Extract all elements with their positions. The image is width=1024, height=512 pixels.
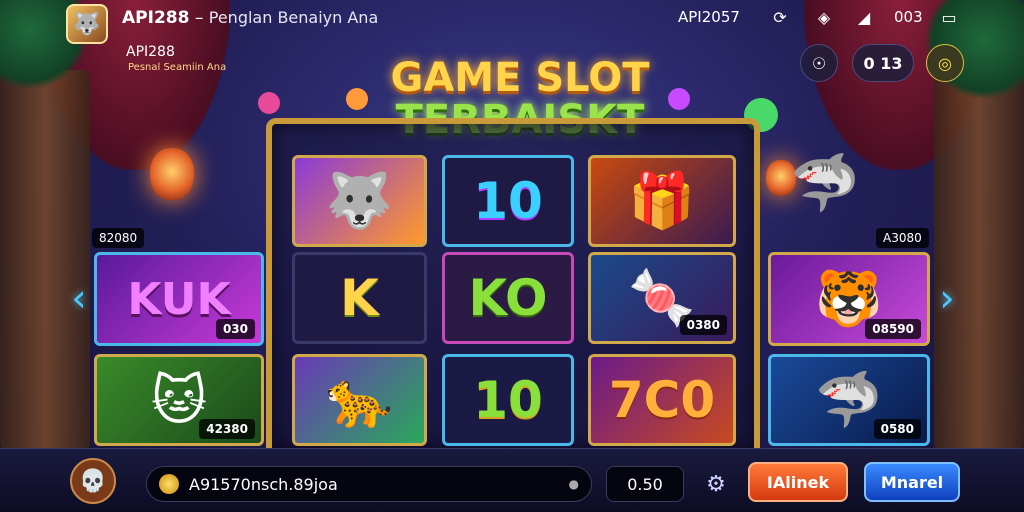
app-tagline: Pesnal Seamiin Ana (128, 62, 227, 73)
symbol-7c0-text: 7C0 (608, 371, 716, 429)
symbol-shark: 🦈 0580 (768, 354, 930, 446)
sync-icon: ⟳ (773, 7, 787, 27)
left-badge-top: 82080 (92, 228, 145, 248)
symbol-cat-badge: 42380 (199, 419, 255, 439)
avatar[interactable]: 💀 (70, 458, 116, 504)
symbol-cat: 🐱 42380 (94, 354, 264, 446)
score-button[interactable]: 0 13 (852, 44, 914, 82)
symbol-k-text: K (340, 269, 379, 327)
flower-icon (258, 92, 280, 114)
symbol-kuk: KUK 030 (94, 252, 264, 346)
symbol-shark-badge: 0580 (873, 419, 921, 439)
symbol-10-bottom-text: 10 (473, 371, 543, 429)
window-title: API288 – Penglan Benaiyn Ana (122, 8, 378, 28)
next-arrow-button[interactable]: › (934, 268, 960, 328)
treasure-icon: 🎁 (628, 169, 696, 232)
symbol-7c0: 7C0 (588, 354, 736, 446)
lantern-left (150, 148, 194, 200)
chat-button[interactable]: ◎ (926, 44, 964, 82)
settings-button[interactable]: ⚙ (700, 468, 732, 500)
symbol-tiger: 🐯 08590 (768, 252, 930, 346)
symbol-panther: 🐆 (292, 354, 427, 446)
symbol-tiger-badge: 08590 (865, 319, 921, 339)
wolf-icon: 🐺 (325, 169, 394, 232)
right-badge-top: A3080 (876, 228, 929, 248)
symbol-candy: 🍬 0380 (588, 252, 736, 344)
symbol-k: K (292, 252, 427, 344)
app-name: API288 (126, 44, 175, 60)
symbol-10-top-text: 10 (473, 172, 543, 230)
status-id: API2057 (678, 8, 740, 26)
window-title-main: API288 (122, 8, 190, 28)
symbol-ko-text: KO (468, 269, 548, 327)
symbol-treasure: 🎁 (588, 155, 736, 247)
pillar-left (0, 70, 90, 450)
symbol-candy-badge: 0380 (679, 315, 727, 335)
symbol-wolf: 🐺 (292, 155, 427, 247)
symbol-10-bottom: 10 (442, 354, 574, 446)
app-icon[interactable]: 🐺 (66, 4, 108, 44)
prev-arrow-button[interactable]: ‹ (66, 268, 92, 328)
alien-icon: ☉ (811, 53, 827, 73)
gear-icon: ⚙ (706, 471, 726, 497)
window-title-sub: Penglan Benaiyn Ana (208, 8, 379, 27)
shark-decoration-icon: 🦈 (790, 151, 860, 216)
status-text: 003 (894, 8, 923, 26)
primary-action-button[interactable]: IAlinek (748, 462, 848, 502)
shield-icon: ◈ (817, 7, 831, 27)
account-field[interactable]: A91570nsch.89joa ● (146, 466, 592, 502)
symbol-ko: KO (442, 252, 574, 344)
chevron-left-icon: ‹ (71, 276, 87, 320)
secondary-action-button[interactable]: Mnarel (864, 462, 960, 502)
symbol-kuk-badge: 030 (215, 319, 255, 339)
symbol-10-top: 10 (442, 155, 574, 247)
window-title-separator: – (189, 8, 209, 28)
field-end-icon: ● (568, 477, 579, 491)
chevron-right-icon: › (939, 276, 955, 320)
symbol-kuk-text: KUK (127, 273, 231, 325)
coin-icon (159, 474, 179, 494)
pillar-right (934, 70, 1024, 450)
skull-icon: 💀 (79, 468, 107, 494)
bet-value-field[interactable]: 0.50 (606, 466, 684, 502)
signal-icon: ◢ (857, 7, 871, 27)
battery-icon: ▭ (941, 7, 957, 27)
account-text: A91570nsch.89joa (189, 474, 338, 494)
chat-icon: ◎ (938, 53, 952, 73)
flower-icon (668, 88, 690, 110)
shark-icon: 🦈 (815, 368, 883, 431)
alien-button[interactable]: ☉ (800, 44, 838, 82)
flower-icon (346, 88, 368, 110)
panther-icon: 🐆 (325, 368, 394, 431)
game-title-line1: GAME SLOT (390, 55, 650, 101)
